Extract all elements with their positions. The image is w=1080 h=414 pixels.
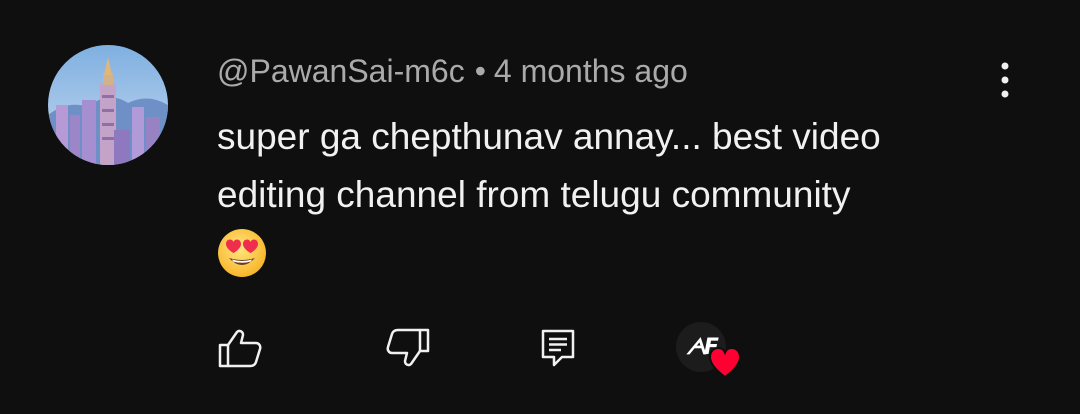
creator-heart: ᗅF bbox=[676, 320, 742, 380]
heart-eyes-emoji-icon bbox=[217, 228, 267, 278]
creator-heart-icon bbox=[708, 346, 742, 378]
meta-separator: • bbox=[474, 53, 486, 89]
like-button[interactable] bbox=[214, 322, 266, 374]
reply-button[interactable] bbox=[532, 322, 584, 374]
comment-meta: @PawanSai-m6c • 4 months ago bbox=[217, 50, 688, 92]
comment-text-line: super ga chepthunav annay... best video bbox=[217, 116, 881, 157]
dislike-button[interactable] bbox=[382, 322, 434, 374]
more-options-button[interactable] bbox=[985, 58, 1025, 102]
author-name[interactable]: @PawanSai-m6c bbox=[217, 53, 465, 89]
comment-thread: @PawanSai-m6c • 4 months ago super ga chep… bbox=[0, 0, 1080, 414]
comment-text: super ga chepthunav annay... best video … bbox=[217, 108, 997, 224]
more-vertical-icon bbox=[1001, 62, 1009, 98]
comment-time[interactable]: 4 months ago bbox=[494, 53, 688, 89]
author-avatar[interactable] bbox=[48, 45, 168, 165]
comment-reply-icon bbox=[541, 329, 575, 367]
city-tower-avatar-icon bbox=[48, 45, 168, 165]
comment-text-line: editing channel from telugu community bbox=[217, 174, 851, 215]
thumbs-up-icon bbox=[218, 329, 262, 368]
thumbs-down-icon bbox=[386, 328, 430, 367]
